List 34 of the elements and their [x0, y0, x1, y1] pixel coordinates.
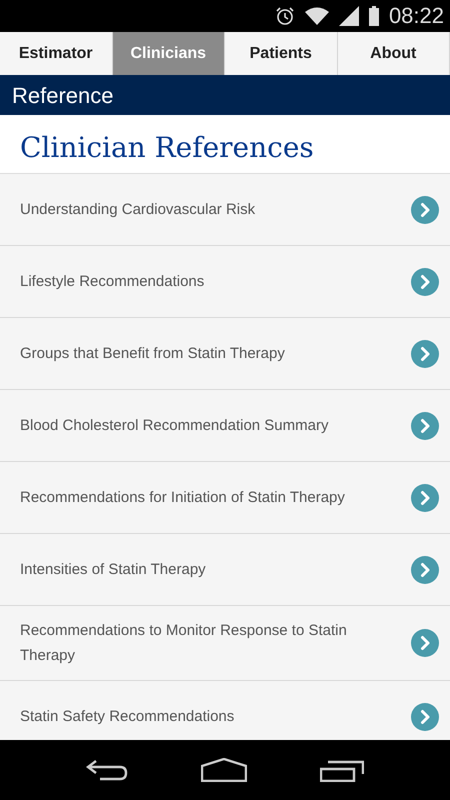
item-label: Recommendations for Initiation of Statin Therapy [20, 488, 345, 508]
reference-list-item[interactable]: Understanding Cardiovascular Risk [0, 174, 450, 246]
reference-list-item[interactable]: Lifestyle Recommendations [0, 246, 450, 318]
item-label: Groups that Benefit from Statin Therapy [20, 344, 285, 364]
alarm-clock-icon [274, 6, 295, 26]
chevron-right-icon [411, 629, 439, 657]
reference-list-item[interactable]: Blood Cholesterol Recommendation Summary [0, 390, 450, 462]
reference-list-item[interactable]: Recommendations to Monitor Response to Statin Therapy [0, 606, 450, 681]
reference-list-item[interactable]: Groups that Benefit from Statin Therapy [0, 318, 450, 390]
chevron-right-icon [411, 268, 439, 296]
reference-list-item[interactable]: Recommendations for Initiation of Statin Therapy [0, 462, 450, 534]
signal-icon [338, 6, 359, 26]
item-label: Understanding Cardiovascular Risk [20, 200, 256, 220]
battery-icon [368, 6, 379, 26]
home-icon[interactable] [200, 758, 247, 782]
reference-list-item[interactable]: Statin Safety Recommendations [0, 681, 450, 740]
chevron-right-icon [411, 556, 439, 584]
back-icon[interactable] [86, 759, 128, 781]
item-label: Intensities of Statin Therapy [20, 560, 206, 580]
item-label: Statin Safety Recommendations [20, 707, 234, 727]
clock-time: 08:22 [388, 5, 444, 27]
item-label: Lifestyle Recommendations [20, 272, 204, 292]
reference-list-item[interactable]: Intensities of Statin Therapy [0, 534, 450, 606]
item-label: Recommendations to Monitor Response to Statin Therapy [20, 621, 348, 666]
chevron-right-icon [411, 702, 439, 730]
tab[interactable]: Clinicians [112, 32, 225, 75]
chevron-right-icon [411, 340, 439, 368]
chevron-right-icon [411, 412, 439, 440]
recent-apps-icon[interactable] [320, 758, 364, 782]
section-header: Reference [0, 75, 450, 115]
chevron-right-icon [411, 196, 439, 224]
item-label: Blood Cholesterol Recommendation Summary [20, 416, 328, 436]
wifi-icon [304, 7, 329, 25]
chevron-right-icon [411, 484, 439, 512]
